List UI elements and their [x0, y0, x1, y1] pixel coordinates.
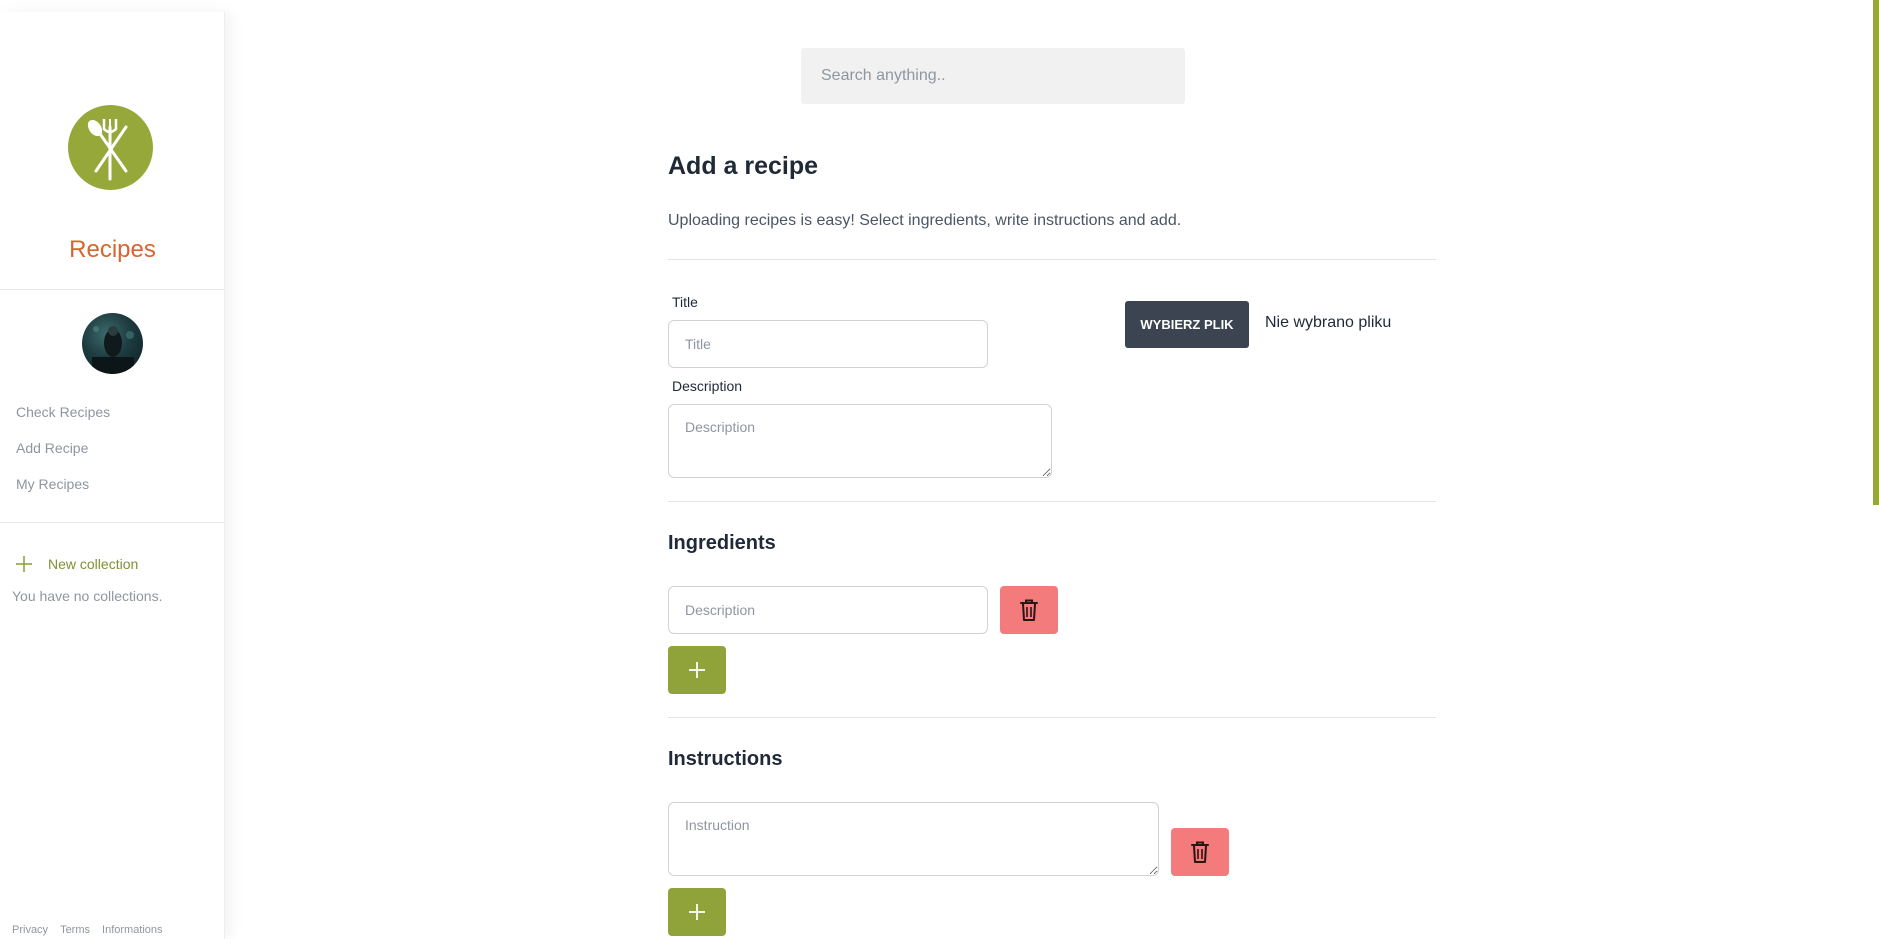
add-ingredient-button[interactable]	[668, 646, 726, 694]
description-textarea[interactable]	[668, 404, 1052, 478]
footer-link-privacy[interactable]: Privacy	[12, 924, 48, 936]
section-divider	[668, 501, 1436, 502]
title-input[interactable]	[668, 320, 988, 368]
page-subtitle: Uploading recipes is easy! Select ingred…	[668, 212, 1182, 229]
file-status-text: Nie wybrano pliku	[1265, 314, 1392, 331]
scrollbar-thumb[interactable]	[1873, 0, 1879, 505]
ingredient-input[interactable]	[668, 586, 988, 634]
page-title: Add a recipe	[668, 152, 819, 180]
add-instruction-button[interactable]	[668, 888, 726, 936]
sidebar-divider	[0, 522, 225, 523]
no-collections-text: You have no collections.	[12, 588, 163, 604]
sidebar-item-my-recipes[interactable]: My Recipes	[16, 476, 89, 492]
section-divider	[668, 259, 1436, 260]
search-input[interactable]	[801, 48, 1185, 104]
footer-link-terms[interactable]: Terms	[60, 924, 90, 936]
delete-ingredient-button[interactable]	[1000, 586, 1058, 634]
avatar[interactable]	[82, 313, 143, 374]
instruction-textarea[interactable]	[668, 802, 1159, 876]
title-label: Title	[672, 294, 698, 310]
footer-link-informations[interactable]: Informations	[102, 924, 163, 936]
app-logo[interactable]	[68, 105, 153, 190]
instructions-heading: Instructions	[668, 748, 783, 770]
description-label: Description	[672, 378, 743, 394]
plus-icon	[689, 662, 705, 678]
fork-spoon-knife-icon	[87, 119, 128, 181]
trash-icon	[1020, 599, 1038, 621]
plus-icon	[16, 556, 32, 572]
sidebar: Recipes Check Recipes Add Recipe My Reci…	[0, 12, 225, 939]
ingredients-heading: Ingredients	[668, 532, 776, 554]
sidebar-divider	[0, 289, 225, 290]
plus-icon	[689, 904, 705, 920]
choose-file-button[interactable]: WYBIERZ PLIK	[1125, 301, 1249, 348]
new-collection-label: New collection	[48, 556, 139, 572]
delete-instruction-button[interactable]	[1171, 828, 1229, 876]
brand-title: Recipes	[69, 236, 156, 263]
trash-icon	[1191, 841, 1209, 863]
avatar-image	[92, 326, 134, 374]
new-collection-button[interactable]: New collection	[14, 554, 138, 574]
sidebar-item-check-recipes[interactable]: Check Recipes	[16, 404, 110, 420]
section-divider	[668, 717, 1436, 718]
sidebar-item-add-recipe[interactable]: Add Recipe	[16, 440, 88, 456]
footer-links: Privacy Terms Informations	[12, 924, 163, 936]
